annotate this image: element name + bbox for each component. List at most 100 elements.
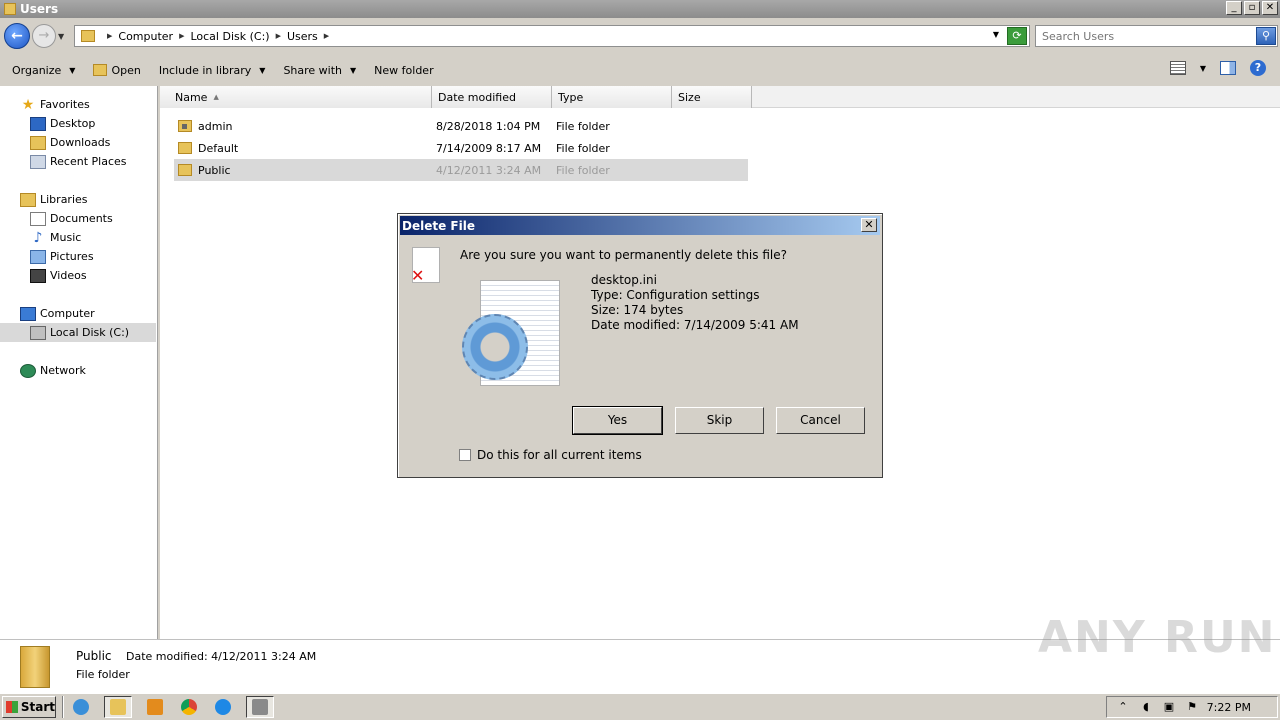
column-header-date-modified[interactable]: Date modified xyxy=(432,86,552,108)
downloads-icon xyxy=(30,135,46,150)
forward-button[interactable]: → xyxy=(32,24,56,48)
open-button[interactable]: Open xyxy=(93,63,141,77)
recent-pages-dropdown-icon[interactable]: ▼ xyxy=(58,32,66,41)
file-type: File folder xyxy=(556,141,610,155)
dialog-title: Delete File xyxy=(402,218,475,233)
taskbar-windows-explorer[interactable] xyxy=(104,696,132,718)
speaker-icon[interactable]: ◖ xyxy=(1139,700,1153,714)
file-row-public[interactable]: Public 4/12/2011 3:24 AM File folder xyxy=(174,159,748,181)
recent-places-icon xyxy=(30,154,46,169)
open-label: Open xyxy=(111,63,141,77)
delete-file-icon: ✕ xyxy=(411,247,440,285)
breadcrumb-local-disk[interactable]: Local Disk (C:) xyxy=(190,30,269,43)
nav-item-label: Desktop xyxy=(50,117,96,130)
taskbar-edge[interactable] xyxy=(212,696,234,718)
locked-folder-icon xyxy=(178,120,192,132)
window-titlebar: Users _ ▫ ✕ xyxy=(0,0,1280,18)
red-x-icon: ✕ xyxy=(411,266,425,285)
file-row-default[interactable]: Default 7/14/2009 8:17 AM File folder xyxy=(174,137,748,159)
nav-item-label: Downloads xyxy=(50,136,111,149)
window-title: Users xyxy=(20,2,59,16)
change-view-icon[interactable] xyxy=(1169,61,1186,75)
organize-menu[interactable]: Organize ▼ xyxy=(12,64,75,77)
column-header-type[interactable]: Type xyxy=(552,86,672,108)
hard-disk-icon xyxy=(30,325,46,340)
chevron-right-icon[interactable]: ▶ xyxy=(107,32,112,40)
star-icon: ★ xyxy=(21,96,35,113)
chevron-right-icon[interactable]: ▶ xyxy=(276,32,281,40)
dialog-close-button[interactable]: ✕ xyxy=(861,218,877,232)
column-headers: Name ▲ Date modified Type Size xyxy=(160,86,1280,108)
chevron-right-icon[interactable]: ▶ xyxy=(179,32,184,40)
file-info-date: Date modified: 7/14/2009 5:41 AM xyxy=(591,318,799,332)
nav-item-network[interactable]: Network xyxy=(0,361,156,380)
nav-item-desktop[interactable]: Desktop xyxy=(0,114,156,133)
action-center-flag-icon[interactable]: ⚑ xyxy=(1185,700,1199,714)
nav-item-label: Network xyxy=(40,364,86,377)
chevron-up-icon[interactable]: ⌃ xyxy=(1116,700,1130,714)
folder-icon xyxy=(178,164,192,176)
documents-icon xyxy=(30,211,46,226)
back-button[interactable]: ← xyxy=(4,23,30,49)
new-folder-button[interactable]: New folder xyxy=(374,64,433,77)
breadcrumb[interactable]: ▶ Computer ▶ Local Disk (C:) ▶ Users ▶ ▼ ⟳ xyxy=(74,25,1030,47)
nav-item-label: Recent Places xyxy=(50,155,127,168)
column-header-size[interactable]: Size xyxy=(672,86,752,108)
help-icon[interactable]: ? xyxy=(1250,60,1266,76)
file-type: File folder xyxy=(556,163,610,177)
breadcrumb-computer[interactable]: Computer xyxy=(118,30,173,43)
nav-item-recent-places[interactable]: Recent Places xyxy=(0,152,156,171)
nav-item-local-disk[interactable]: Local Disk (C:) xyxy=(0,323,156,342)
skip-button[interactable]: Skip xyxy=(675,407,764,434)
yes-button[interactable]: Yes xyxy=(572,406,663,435)
taskbar-scanner-app[interactable] xyxy=(246,696,274,718)
nav-item-favorites[interactable]: ★ Favorites xyxy=(0,95,156,114)
network-status-icon[interactable]: ▣ xyxy=(1162,700,1176,714)
clock[interactable]: 7:22 PM xyxy=(1207,701,1251,714)
file-name: Default xyxy=(198,141,239,155)
taskbar-chrome[interactable] xyxy=(178,696,200,718)
file-type: File folder xyxy=(556,119,610,133)
start-button[interactable]: Start xyxy=(2,696,56,718)
chevron-down-icon: ▼ xyxy=(69,65,76,75)
maximize-button[interactable]: ▫ xyxy=(1244,1,1260,15)
cancel-button[interactable]: Cancel xyxy=(776,407,865,434)
search-box[interactable]: ⚲ xyxy=(1035,25,1278,47)
nav-item-label: Libraries xyxy=(40,193,88,206)
delete-file-dialog: Delete File ✕ ✕ Are you sure you want to… xyxy=(397,213,883,478)
breadcrumb-users[interactable]: Users xyxy=(287,30,318,43)
file-row-admin[interactable]: admin 8/28/2018 1:04 PM File folder xyxy=(174,115,748,137)
videos-icon xyxy=(30,268,46,283)
chevron-down-icon[interactable]: ▼ xyxy=(1200,64,1206,73)
nav-item-libraries[interactable]: Libraries xyxy=(0,190,156,209)
nav-item-label: Videos xyxy=(50,269,87,282)
edge-icon xyxy=(215,699,231,715)
libraries-icon xyxy=(20,192,36,207)
address-bar: ← → ▼ ▶ Computer ▶ Local Disk (C:) ▶ Users… xyxy=(0,18,1280,54)
apply-to-all-checkbox[interactable] xyxy=(459,449,471,461)
minimize-button[interactable]: _ xyxy=(1226,1,1242,15)
refresh-button[interactable]: ⟳ xyxy=(1007,27,1027,45)
preview-pane-icon[interactable] xyxy=(1220,61,1236,75)
close-button[interactable]: ✕ xyxy=(1262,1,1278,15)
address-history-dropdown-icon[interactable]: ▼ xyxy=(993,30,999,39)
nav-item-documents[interactable]: Documents xyxy=(0,209,156,228)
file-info: desktop.ini Type: Configuration settings… xyxy=(591,273,799,333)
share-with-menu[interactable]: Share with ▼ xyxy=(283,64,356,77)
nav-item-pictures[interactable]: Pictures xyxy=(0,247,156,266)
chevron-right-icon[interactable]: ▶ xyxy=(324,32,329,40)
nav-item-music[interactable]: ♪ Music xyxy=(0,228,156,247)
include-in-library-menu[interactable]: Include in library ▼ xyxy=(159,64,266,77)
apply-to-all-option[interactable]: Do this for all current items xyxy=(459,448,642,462)
nav-item-videos[interactable]: Videos xyxy=(0,266,156,285)
details-date-modified: Date modified: 4/12/2011 3:24 AM xyxy=(126,650,317,663)
column-header-name[interactable]: Name ▲ xyxy=(160,86,432,108)
nav-item-downloads[interactable]: Downloads xyxy=(0,133,156,152)
taskbar-internet-explorer[interactable] xyxy=(70,696,92,718)
search-input[interactable] xyxy=(1036,29,1248,43)
taskbar-media-player[interactable] xyxy=(144,696,166,718)
nav-item-computer[interactable]: Computer xyxy=(0,304,156,323)
file-name: admin xyxy=(198,119,233,133)
folder-icon xyxy=(81,30,95,42)
search-icon[interactable]: ⚲ xyxy=(1256,27,1276,45)
